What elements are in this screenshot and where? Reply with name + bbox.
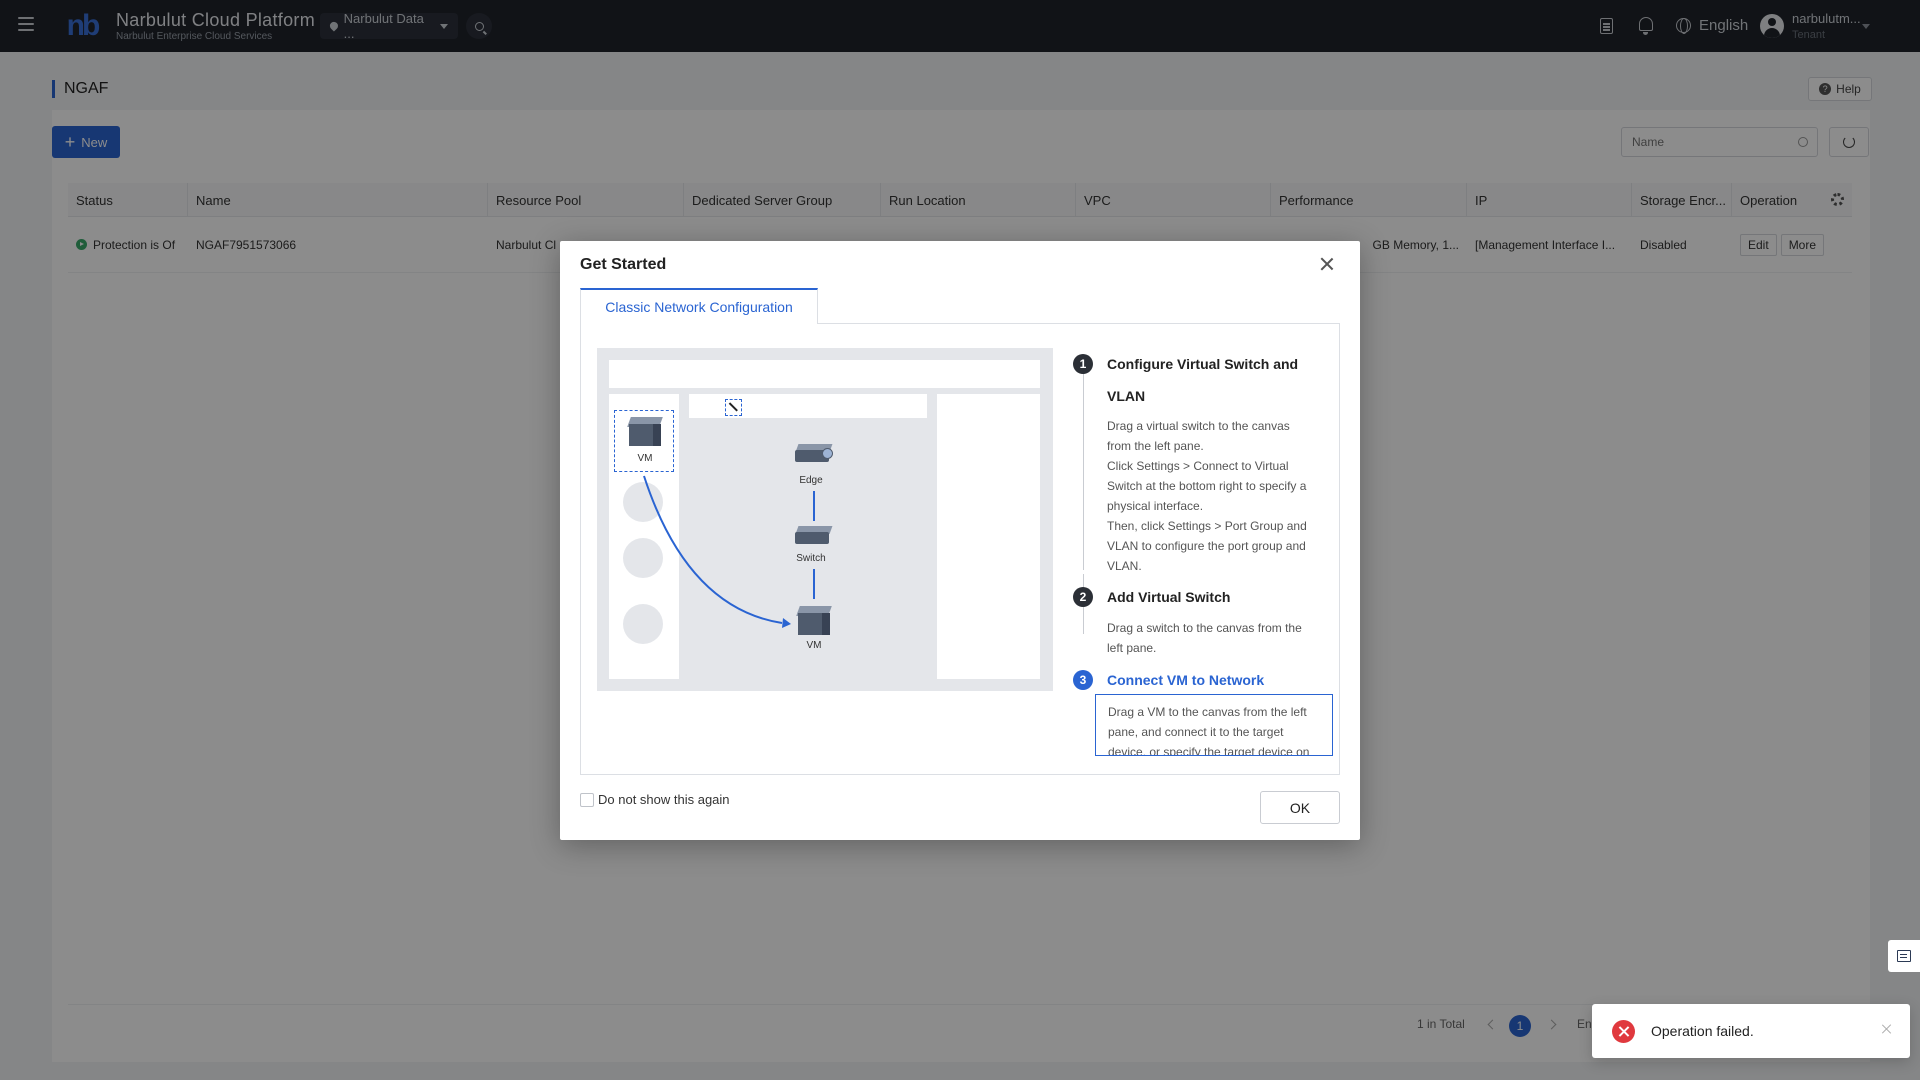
step-3-badge: 3 <box>1073 670 1093 690</box>
notes-icon <box>1897 950 1911 962</box>
tab-panel: VM Edge Switch VM 1 Configure Virtual Sw… <box>580 323 1340 775</box>
error-toast: Operation failed. <box>1592 1004 1910 1058</box>
tab-classic-network-configuration[interactable]: Classic Network Configuration <box>580 288 818 324</box>
toast-message: Operation failed. <box>1651 1023 1754 1039</box>
step-1-title-line2: VLAN <box>1107 388 1146 404</box>
do-not-show-label[interactable]: Do not show this again <box>598 792 730 807</box>
step-2-description: Drag a switch to the canvas from the lef… <box>1107 621 1302 655</box>
error-icon <box>1612 1020 1635 1043</box>
step-1-badge: 1 <box>1073 354 1093 374</box>
step-1-title: Configure Virtual Switch and <box>1107 356 1299 372</box>
ok-button[interactable]: OK <box>1260 791 1340 824</box>
step-2-badge: 2 <box>1073 587 1093 607</box>
step-3-title: Connect VM to Network <box>1107 672 1265 688</box>
get-started-dialog: Get Started Classic Network Configuratio… <box>560 241 1360 840</box>
network-illustration: VM Edge Switch VM <box>597 348 1053 691</box>
close-icon[interactable] <box>1882 1024 1892 1034</box>
do-not-show-checkbox[interactable] <box>580 793 594 807</box>
close-icon[interactable] <box>1318 255 1336 273</box>
step-1-description: Drag a virtual switch to the canvas from… <box>1107 419 1307 573</box>
step-connector <box>1083 370 1084 570</box>
drag-arrow <box>643 475 791 628</box>
dialog-title: Get Started <box>580 256 667 273</box>
step-3-description: Drag a VM to the canvas from the left pa… <box>1095 694 1333 756</box>
feedback-button[interactable] <box>1888 940 1920 972</box>
step-2-title: Add Virtual Switch <box>1107 589 1231 605</box>
